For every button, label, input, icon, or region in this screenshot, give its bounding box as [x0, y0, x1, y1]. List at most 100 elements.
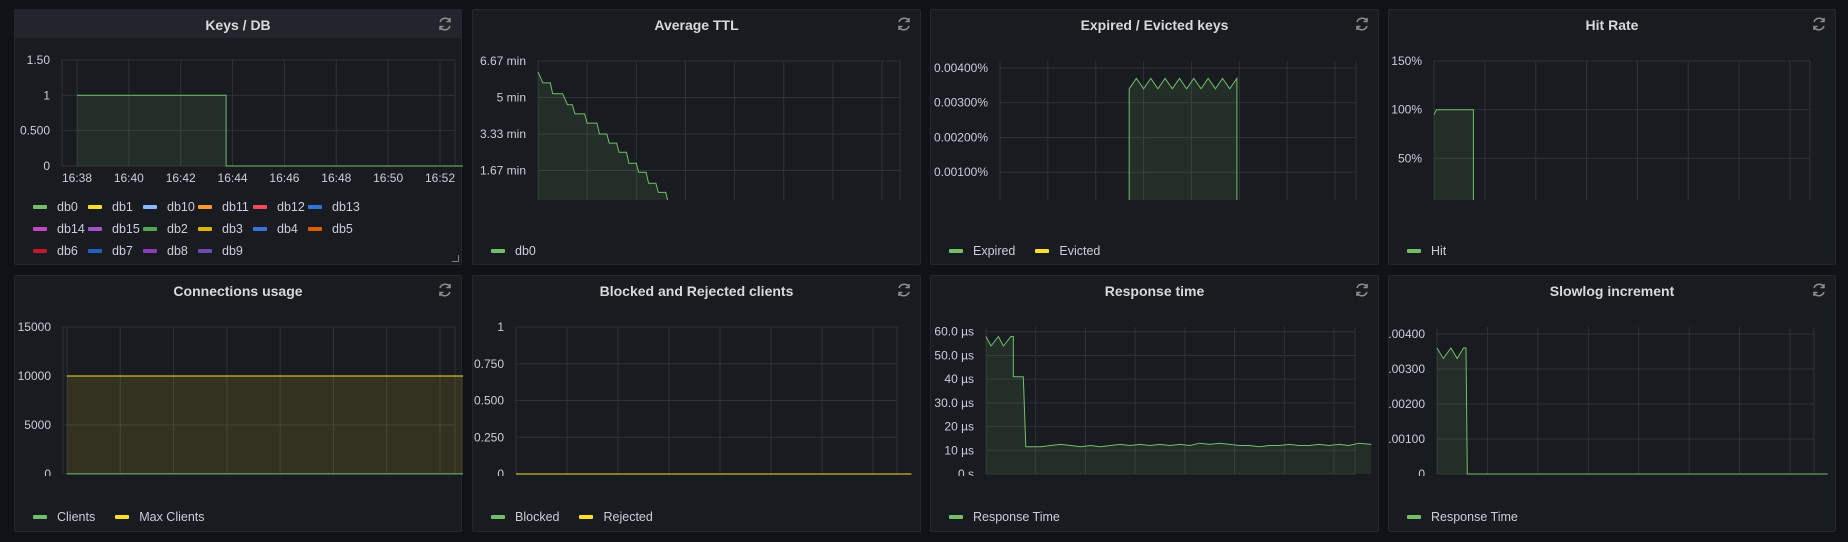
chart[interactable]: 16:3816:4016:4216:4416:4616:4816:5016:52…: [931, 10, 1380, 200]
legend-swatch: [88, 227, 102, 231]
legend-swatch: [308, 205, 322, 209]
y-tick-label: 1.67 min: [480, 164, 526, 178]
legend-label: Evicted: [1059, 244, 1101, 258]
legend-swatch: [1407, 249, 1421, 253]
legend-item[interactable]: db9: [198, 240, 253, 262]
legend-swatch: [115, 515, 130, 519]
legend-item[interactable]: db7: [88, 240, 143, 262]
legend-item[interactable]: db5: [308, 218, 363, 240]
chart[interactable]: 16:3816:4016:4216:4416:4616:4816:5016:52…: [931, 276, 1380, 476]
legend-item[interactable]: Blocked: [491, 506, 559, 528]
y-tick-label: 1: [43, 88, 50, 102]
legend-label: db8: [167, 244, 188, 258]
legend: Hit: [1407, 240, 1825, 262]
legend-label: db0: [515, 244, 536, 258]
legend: Expired Evicted: [949, 240, 1368, 262]
series-line[interactable]: [985, 335, 1372, 448]
y-tick-label: 60.0 µs: [934, 325, 974, 339]
legend-swatch: [1035, 249, 1050, 253]
x-tick-label: 16:46: [269, 171, 299, 185]
y-tick-label: 0.00400%: [934, 61, 988, 75]
y-tick-label: 50.0 µs: [934, 348, 974, 362]
legend-item[interactable]: db11: [198, 196, 253, 218]
series-area: [1434, 109, 1474, 200]
legend-item[interactable]: db10: [143, 196, 198, 218]
legend-swatch: [88, 205, 102, 209]
legend-label: Blocked: [515, 510, 560, 524]
legend-row: Blocked Rejected: [491, 506, 910, 528]
panel-connections-usage[interactable]: Connections usage 16:3816:4016:4216:4416…: [14, 275, 463, 532]
legend-item[interactable]: Expired: [949, 240, 1015, 262]
legend-label: Clients: [57, 510, 96, 524]
legend-item[interactable]: db14: [33, 218, 88, 240]
panel-average-ttl[interactable]: Average TTL 16:3816:4016:4216:4416:4616:…: [472, 9, 921, 265]
chart[interactable]: 16:3816:4016:4216:4416:4616:4816:5016:52…: [473, 10, 922, 200]
legend-item[interactable]: db15: [88, 218, 143, 240]
legend-item[interactable]: Response Time: [1407, 506, 1518, 528]
legend-item[interactable]: db2: [143, 218, 198, 240]
legend-label: db14: [57, 222, 85, 236]
legend-item[interactable]: db1: [88, 196, 143, 218]
legend-item[interactable]: Evicted: [1035, 240, 1100, 262]
chart[interactable]: 16:3816:4016:4216:4416:4616:4816:5016:52…: [1389, 10, 1837, 200]
legend-row: Clients Max Clients: [33, 506, 451, 528]
series-area: [986, 336, 1372, 474]
legend-row: db14 db15 db2 db3 db4 db5: [33, 218, 451, 240]
legend-item[interactable]: Response Time: [949, 506, 1060, 528]
legend-swatch: [143, 205, 157, 209]
legend-swatch: [88, 249, 102, 253]
legend-item[interactable]: db8: [143, 240, 198, 262]
legend: Clients Max Clients: [33, 506, 451, 528]
legend-item[interactable]: db12: [253, 196, 308, 218]
y-tick-label: 0.00200: [1389, 397, 1425, 411]
legend-item[interactable]: Hit: [1407, 240, 1446, 262]
legend-swatch: [143, 227, 157, 231]
legend-swatch: [491, 249, 505, 253]
y-tick-label: 0.500: [20, 124, 50, 138]
series-area: [1437, 348, 1828, 474]
y-tick-label: 50%: [1398, 151, 1422, 165]
legend-swatch: [1407, 515, 1421, 519]
chart[interactable]: 16:3816:4016:4216:4416:4616:4816:5016:52…: [1389, 276, 1837, 476]
legend-row: Response Time: [1407, 506, 1825, 528]
panel-response-time[interactable]: Response time 16:3816:4016:4216:4416:461…: [930, 275, 1379, 532]
legend-label: Rejected: [603, 510, 653, 524]
legend-swatch: [33, 227, 47, 231]
x-tick-label: 16:40: [114, 171, 144, 185]
series-area: [1129, 78, 1237, 200]
legend-label: db2: [167, 222, 188, 236]
legend-item[interactable]: db4: [253, 218, 308, 240]
chart[interactable]: 16:3816:4016:4216:4416:4616:4816:5016:52…: [15, 10, 463, 200]
legend: db0 db1 db10 db11 db12 db13 db14 db15 db2 db3 db4 d…: [33, 196, 451, 262]
panel-hit-rate[interactable]: Hit Rate 16:3816:4016:4216:4416:4616:481…: [1388, 9, 1836, 265]
y-tick-label: 0.00400: [1389, 327, 1425, 341]
legend-item[interactable]: Clients: [33, 506, 95, 528]
x-tick-label: 16:52: [425, 171, 455, 185]
legend-item[interactable]: db6: [33, 240, 88, 262]
panel-expired-evicted[interactable]: Expired / Evicted keys 16:3816:4016:4216…: [930, 9, 1379, 265]
y-tick-label: 150%: [1391, 54, 1422, 68]
panel-keys-db[interactable]: Keys / DB 16:38 16:40 16:42 16:44 16:46 16:48…: [14, 9, 463, 265]
legend-item[interactable]: Rejected: [579, 506, 653, 528]
legend-swatch: [308, 227, 322, 231]
resize-handle[interactable]: [452, 255, 459, 262]
y-tick-label: 1: [497, 320, 504, 334]
legend-item[interactable]: db13: [308, 196, 363, 218]
legend-item[interactable]: Max Clients: [115, 506, 205, 528]
y-tick-label: 15000: [18, 320, 52, 334]
legend-row: db0: [491, 240, 910, 262]
chart[interactable]: 16:3816:4016:4216:4416:4616:4816:5016:52…: [15, 276, 463, 476]
legend-label: db15: [112, 222, 140, 236]
legend-item[interactable]: db0: [33, 196, 88, 218]
legend: Response Time: [1407, 506, 1825, 528]
panel-slowlog-increment[interactable]: Slowlog increment 16:3816:4016:4216:4416…: [1388, 275, 1836, 532]
chart[interactable]: 16:3816:4016:4216:4416:4616:4816:5016:52…: [473, 276, 922, 476]
legend-item[interactable]: db0: [491, 240, 536, 262]
legend-label: db3: [222, 222, 243, 236]
legend-label: Response Time: [973, 510, 1060, 524]
series-line[interactable]: [1436, 347, 1828, 475]
panel-blocked-rejected[interactable]: Blocked and Rejected clients 16:3816:401…: [472, 275, 921, 532]
legend-label: db0: [57, 200, 78, 214]
legend-label: db11: [222, 200, 249, 214]
legend-item[interactable]: db3: [198, 218, 253, 240]
